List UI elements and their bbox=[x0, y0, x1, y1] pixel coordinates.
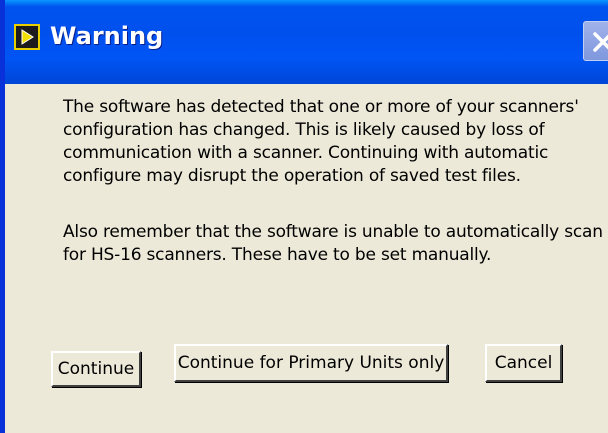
cancel-button[interactable]: Cancel bbox=[485, 344, 562, 382]
warning-dialog: Warning The software has detected that o… bbox=[0, 0, 608, 433]
title-bar[interactable]: Warning bbox=[5, 0, 608, 84]
message-paragraph-1: The software has detected that one or mo… bbox=[63, 97, 579, 186]
window-title: Warning bbox=[50, 22, 164, 50]
close-icon bbox=[593, 32, 608, 52]
close-button[interactable] bbox=[583, 21, 608, 61]
message-paragraph-2: Also remember that the software is unabl… bbox=[63, 222, 603, 265]
continue-primary-units-button[interactable]: Continue for Primary Units only bbox=[174, 344, 448, 382]
labview-run-icon bbox=[14, 24, 40, 50]
dialog-body: The software has detected that one or mo… bbox=[5, 84, 608, 433]
continue-button[interactable]: Continue bbox=[51, 351, 141, 387]
